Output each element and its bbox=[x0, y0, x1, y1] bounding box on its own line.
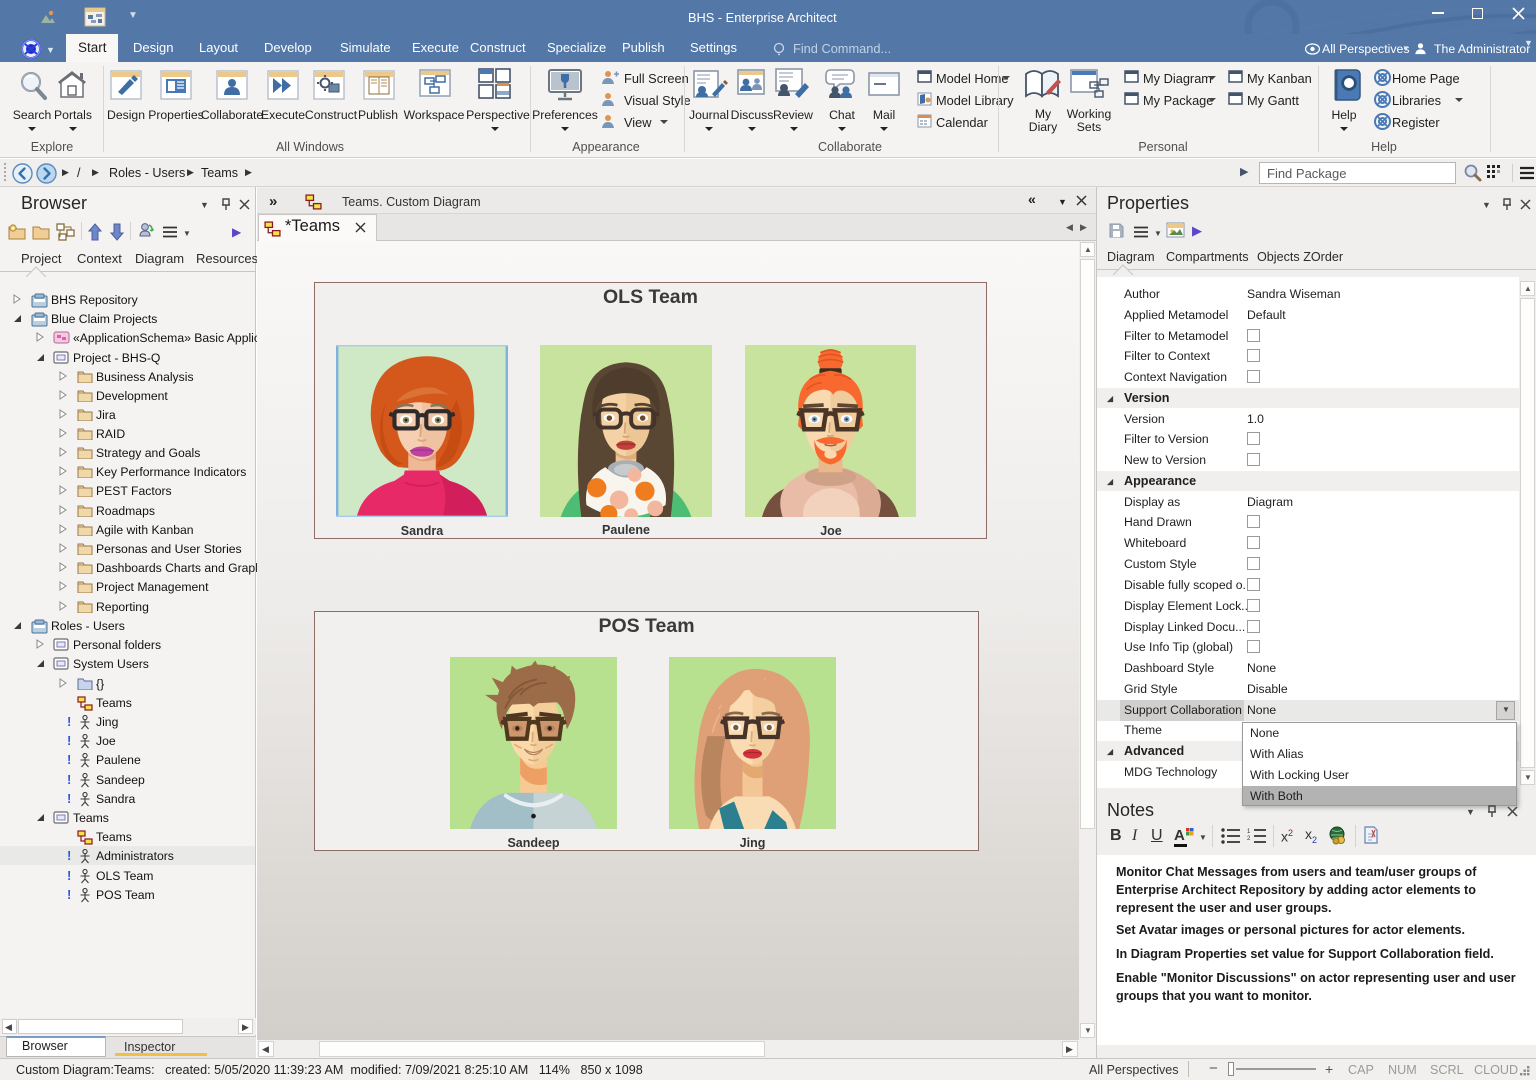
svg-text:2: 2 bbox=[1247, 836, 1251, 842]
svg-text:1: 1 bbox=[1247, 829, 1251, 835]
